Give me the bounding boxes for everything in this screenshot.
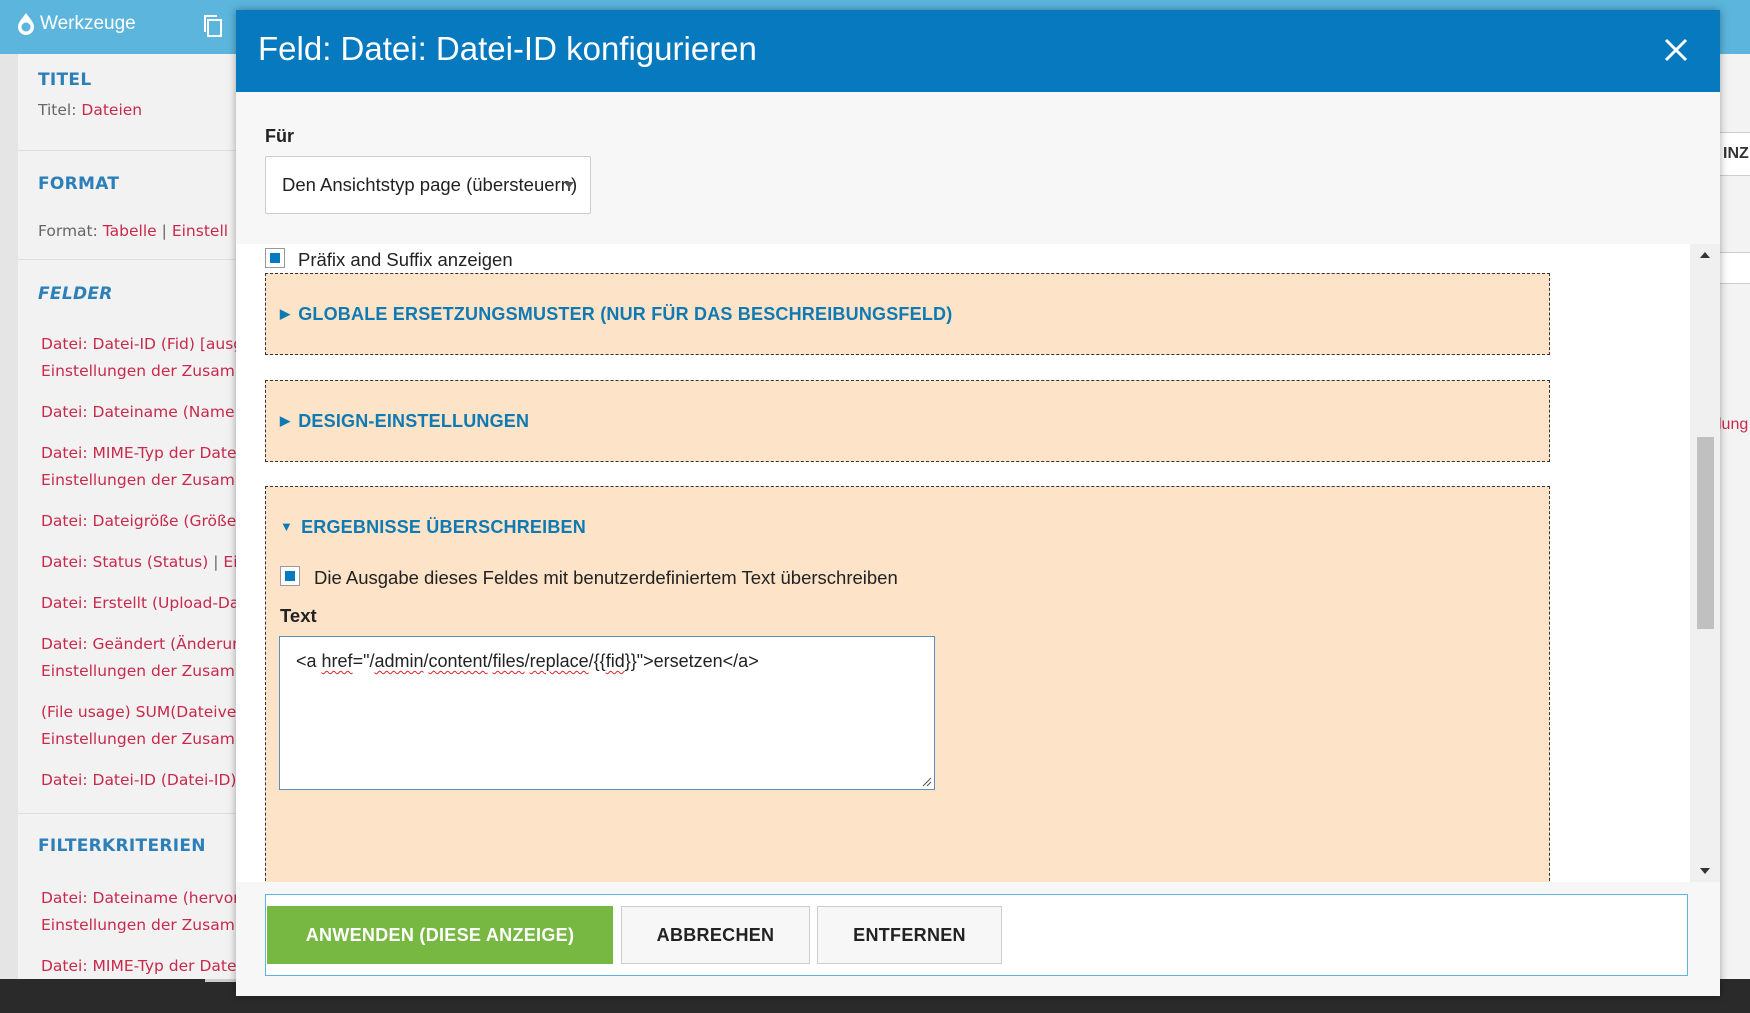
cancel-button[interactable]: ABBRECHEN [621, 906, 810, 964]
override-output-checkbox[interactable] [280, 566, 300, 586]
dialog-scroll-area[interactable]: Präfix and Suffix anzeigen ▶ GLOBALE ERSE… [236, 244, 1720, 882]
field-link[interactable]: (File usage) SUM(Dateiver [41, 698, 243, 726]
format-row: Format: Tabelle | Einstell [38, 222, 228, 240]
rewrite-results-toggle[interactable]: ▼ ERGEBNISSE ÜBERSCHREIBEN [280, 517, 586, 538]
remove-button[interactable]: ENTFERNEN [817, 906, 1002, 964]
design-settings-toggle[interactable]: ▶ DESIGN-EINSTELLUNGEN [280, 411, 529, 432]
configure-field-dialog: Feld: Datei: Datei-ID konfigurieren Für … [236, 10, 1720, 996]
dialog-scrollbar[interactable] [1690, 244, 1720, 882]
filter-link[interactable]: Datei: Dateiname (hervorg [41, 884, 249, 912]
fields-heading: FELDER [38, 284, 113, 304]
dialog-header: Feld: Datei: Datei-ID konfigurieren [236, 10, 1720, 92]
field-link[interactable]: Datei: Dateigröße (Größe) [41, 507, 242, 535]
format-link[interactable]: Tabelle [103, 222, 157, 240]
field-link[interactable]: Datei: Geändert (Änderun [41, 630, 242, 658]
replacement-patterns-section: ▶ GLOBALE ERSETZUNGSMUSTER (NUR FÜR DAS B… [265, 273, 1550, 355]
field-link[interactable]: Datei: MIME-Typ der Datei [41, 439, 241, 467]
drupal-drop-icon [18, 13, 34, 35]
text-label: Text [280, 605, 317, 626]
field-row: Datei: Datei-ID (Datei-ID) | [41, 766, 247, 794]
title-label: Titel: [38, 101, 77, 119]
divider [18, 813, 238, 814]
field-link[interactable]: Datei: Erstellt (Upload-Dat [41, 589, 245, 617]
title-row: Titel: Dateien [38, 101, 142, 119]
filter-heading: FILTERKRITERIEN [38, 836, 206, 856]
for-select[interactable]: Den Ansichtstyp page (übersteuern) [265, 156, 591, 214]
rewrite-text-area[interactable]: <a href="/admin/content/files/replace/{{… [279, 636, 935, 790]
triangle-down-icon: ▼ [280, 519, 294, 534]
field-settings-link[interactable]: Einstellungen der Zusamm [41, 357, 250, 385]
field-link[interactable]: Datei: Dateiname (Name) [41, 398, 241, 426]
format-settings-link[interactable]: Einstell [172, 222, 228, 240]
close-icon[interactable] [1660, 34, 1692, 66]
divider [18, 150, 238, 151]
override-output-label: Die Ausgabe dieses Feldes mit benutzerde… [314, 567, 898, 588]
right-link[interactable]: lung [1718, 416, 1748, 434]
triangle-right-icon: ▶ [280, 306, 291, 321]
field-link[interactable]: Datei: Datei-ID (Fid) [ausge [41, 330, 253, 358]
field-link[interactable]: Datei: Status (Status) [41, 553, 208, 571]
rewrite-results-section: ▼ ERGEBNISSE ÜBERSCHREIBEN Die Ausgabe di… [265, 486, 1550, 882]
dialog-button-bar: ANWENDEN (DIESE ANZEIGE) ABBRECHEN ENTFE… [265, 894, 1688, 976]
field-settings-link[interactable]: Einstellungen der Zusamm [41, 466, 250, 494]
section-title: GLOBALE ERSETZUNGSMUSTER (NUR FÜR DAS BE… [298, 304, 953, 324]
scroll-down-icon[interactable] [1700, 868, 1710, 874]
filter-link[interactable]: Datei: MIME-Typ der Datei [41, 952, 241, 980]
filter-settings-link[interactable]: Einstellungen der Zusamm [41, 911, 250, 939]
right-column: INZ lung [1718, 54, 1750, 979]
title-heading: TITEL [38, 70, 92, 90]
dialog-title: Feld: Datei: Datei-ID konfigurieren [258, 30, 757, 67]
chevron-down-icon [564, 182, 574, 188]
format-heading: FORMAT [38, 174, 120, 194]
field-row: Datei: Status (Status) | Ei [41, 548, 238, 576]
resize-handle-icon[interactable] [922, 777, 932, 787]
for-label: Für [265, 126, 294, 146]
triangle-right-icon: ▶ [280, 413, 291, 428]
prefix-suffix-label: Präfix and Suffix anzeigen [298, 249, 513, 270]
views-sidebar: TITEL Titel: Dateien FORMAT Format: Tabe… [18, 54, 253, 980]
section-title: ERGEBNISSE ÜBERSCHREIBEN [301, 517, 586, 537]
title-value-link[interactable]: Dateien [81, 101, 142, 119]
format-label: Format: [38, 222, 98, 240]
section-title: DESIGN-EINSTELLUNGEN [298, 411, 530, 431]
design-settings-section: ▶ DESIGN-EINSTELLUNGEN [265, 380, 1550, 462]
display-tab[interactable]: INZ [1718, 132, 1750, 176]
field-settings-link[interactable]: Einstellungen der Zusamm [41, 725, 250, 753]
copy-icon[interactable] [202, 14, 224, 38]
apply-button[interactable]: ANWENDEN (DIESE ANZEIGE) [267, 906, 613, 964]
separator: | [213, 553, 219, 571]
scroll-up-icon[interactable] [1700, 252, 1710, 258]
field-link[interactable]: Datei: Datei-ID (Datei-ID) [41, 771, 236, 789]
right-box [1718, 252, 1750, 284]
replacement-patterns-toggle[interactable]: ▶ GLOBALE ERSETZUNGSMUSTER (NUR FÜR DAS B… [280, 304, 952, 325]
tools-menu[interactable]: Werkzeuge [16, 12, 136, 36]
format-separator: | [161, 222, 167, 240]
for-select-value: Den Ansichtstyp page (übersteuern) [282, 174, 578, 195]
rewrite-text-value: <a href="/admin/content/files/replace/{{… [296, 651, 759, 671]
scrollbar-thumb[interactable] [1697, 437, 1714, 629]
divider [18, 259, 238, 260]
prefix-suffix-checkbox[interactable] [265, 248, 285, 268]
tools-label: Werkzeuge [40, 13, 136, 34]
field-settings-link[interactable]: Einstellungen der Zusamm [41, 657, 250, 685]
